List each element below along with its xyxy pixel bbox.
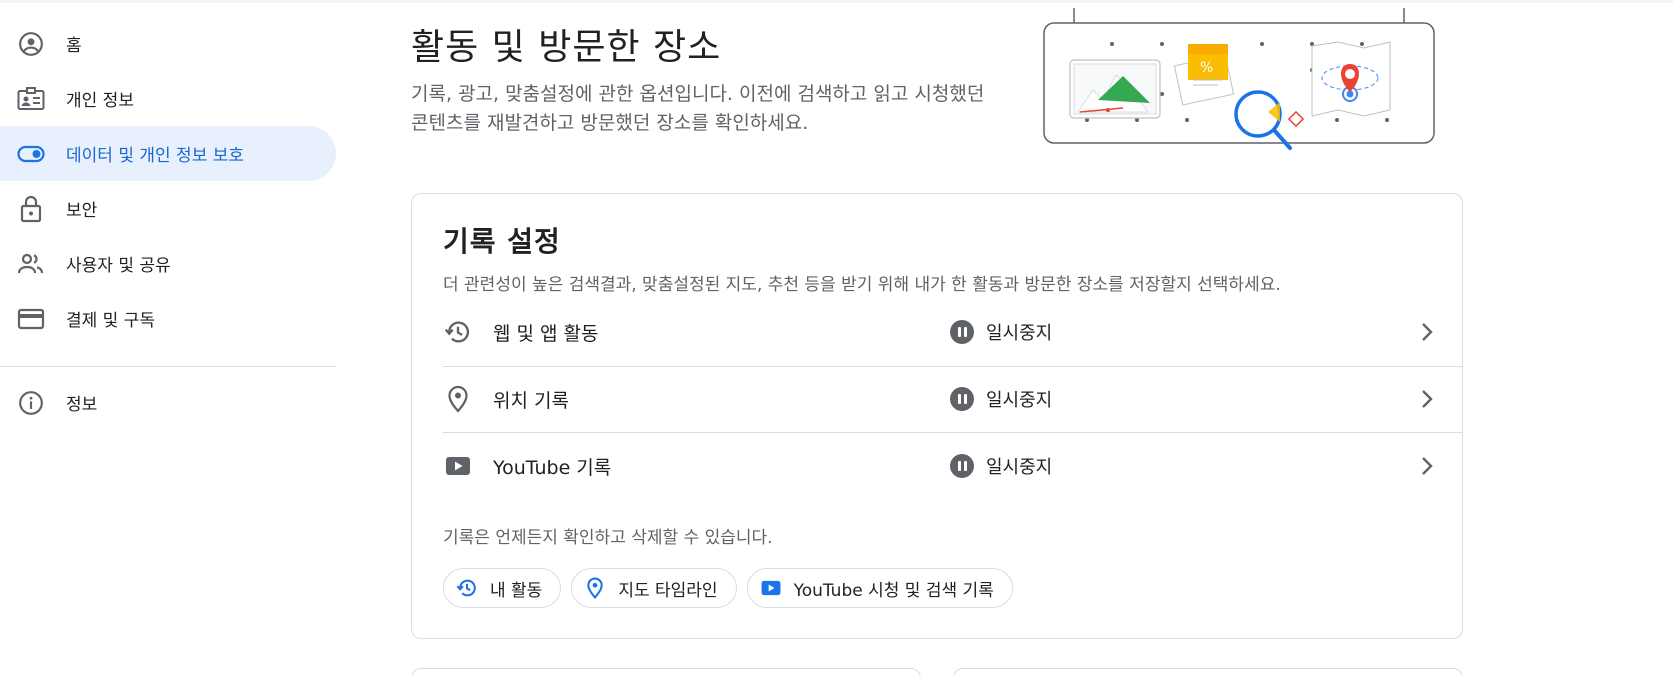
sidebar-item-label: 홈 bbox=[66, 36, 82, 56]
toggle-icon bbox=[16, 139, 46, 169]
sidebar-item-label: 사용자 및 공유 bbox=[66, 256, 171, 276]
sidebar-item-label: 정보 bbox=[66, 395, 98, 415]
history-icon bbox=[456, 577, 478, 599]
youtube-history-chip[interactable]: YouTube 시청 및 검색 기록 bbox=[746, 568, 1013, 608]
youtube-history-row[interactable]: YouTube 기록 일시중지 bbox=[443, 432, 1463, 500]
svg-text:%: % bbox=[1200, 60, 1213, 76]
row-label: 웹 및 앱 활동 bbox=[493, 322, 599, 345]
sidebar-item-security[interactable]: 보안 bbox=[0, 181, 336, 236]
sidebar-divider bbox=[0, 366, 336, 367]
chevron-right-icon bbox=[1415, 454, 1439, 478]
status: 일시중지 bbox=[950, 319, 1052, 345]
history-icon bbox=[443, 317, 473, 347]
sidebar-item-payments[interactable]: 결제 및 구독 bbox=[0, 291, 336, 346]
activity-illustration: % bbox=[1043, 8, 1435, 150]
row-label: YouTube 기록 bbox=[493, 456, 612, 479]
youtube-icon bbox=[760, 577, 782, 599]
lock-icon bbox=[16, 194, 46, 224]
next-card-right bbox=[953, 668, 1463, 676]
next-card-left bbox=[411, 668, 921, 676]
sidebar-item-people-sharing[interactable]: 사용자 및 공유 bbox=[0, 236, 336, 291]
sidebar-item-home[interactable]: 홈 bbox=[0, 16, 336, 71]
sidebar-item-label: 결제 및 구독 bbox=[66, 311, 156, 331]
sidebar-item-about[interactable]: 정보 bbox=[0, 375, 336, 430]
status: 일시중지 bbox=[950, 386, 1052, 412]
credit-card-icon bbox=[16, 304, 46, 334]
history-note: 기록은 언제든지 확인하고 삭제할 수 있습니다. bbox=[443, 528, 773, 548]
location-history-row[interactable]: 위치 기록 일시중지 bbox=[443, 365, 1463, 433]
status-text: 일시중지 bbox=[986, 457, 1053, 478]
pause-icon bbox=[950, 454, 974, 478]
sidebar-item-data-privacy[interactable]: 데이터 및 개인 정보 보호 bbox=[0, 126, 336, 181]
card-title: 기록 설정 bbox=[443, 225, 561, 258]
web-app-activity-row[interactable]: 웹 및 앱 활동 일시중지 bbox=[443, 298, 1463, 366]
chip-label: 내 활동 bbox=[490, 580, 543, 601]
sidebar-item-personal-info[interactable]: 개인 정보 bbox=[0, 71, 336, 126]
sidebar-item-label: 데이터 및 개인 정보 보호 bbox=[66, 146, 245, 166]
sidebar: 홈 개인 정보 데이터 및 개인 정보 보호 보안 사용자 및 공유 결제 및 … bbox=[0, 16, 336, 430]
account-circle-icon bbox=[16, 29, 46, 59]
my-activity-chip[interactable]: 내 활동 bbox=[443, 568, 562, 608]
people-icon bbox=[16, 249, 46, 279]
youtube-icon bbox=[443, 451, 473, 481]
location-pin-icon bbox=[443, 384, 473, 414]
history-links: 내 활동 지도 타임라인 YouTube 시청 및 검색 기록 bbox=[443, 568, 1013, 608]
card-subtitle: 더 관련성이 높은 검색결과, 맞춤설정된 지도, 추천 등을 받기 위해 내가… bbox=[443, 275, 1281, 295]
page-description: 기록, 광고, 맞춤설정에 관한 옵션입니다. 이전에 검색하고 읽고 시청했던… bbox=[411, 83, 985, 134]
pause-icon bbox=[950, 320, 974, 344]
chip-label: 지도 타임라인 bbox=[618, 580, 718, 601]
chip-label: YouTube 시청 및 검색 기록 bbox=[793, 580, 994, 601]
location-pin-icon bbox=[584, 577, 606, 599]
row-label: 위치 기록 bbox=[493, 389, 569, 412]
pause-icon bbox=[950, 387, 974, 411]
id-card-icon bbox=[16, 84, 46, 114]
chevron-right-icon bbox=[1415, 387, 1439, 411]
info-icon bbox=[16, 388, 46, 418]
sidebar-item-label: 보안 bbox=[66, 201, 98, 221]
maps-timeline-chip[interactable]: 지도 타임라인 bbox=[571, 568, 737, 608]
page-title: 활동 및 방문한 장소 bbox=[411, 27, 722, 68]
status: 일시중지 bbox=[950, 453, 1052, 479]
history-settings-card: 기록 설정 더 관련성이 높은 검색결과, 맞춤설정된 지도, 추천 등을 받기… bbox=[411, 193, 1463, 639]
status-text: 일시중지 bbox=[986, 323, 1053, 344]
chevron-right-icon bbox=[1415, 320, 1439, 344]
status-text: 일시중지 bbox=[986, 390, 1053, 411]
sidebar-item-label: 개인 정보 bbox=[66, 91, 134, 111]
